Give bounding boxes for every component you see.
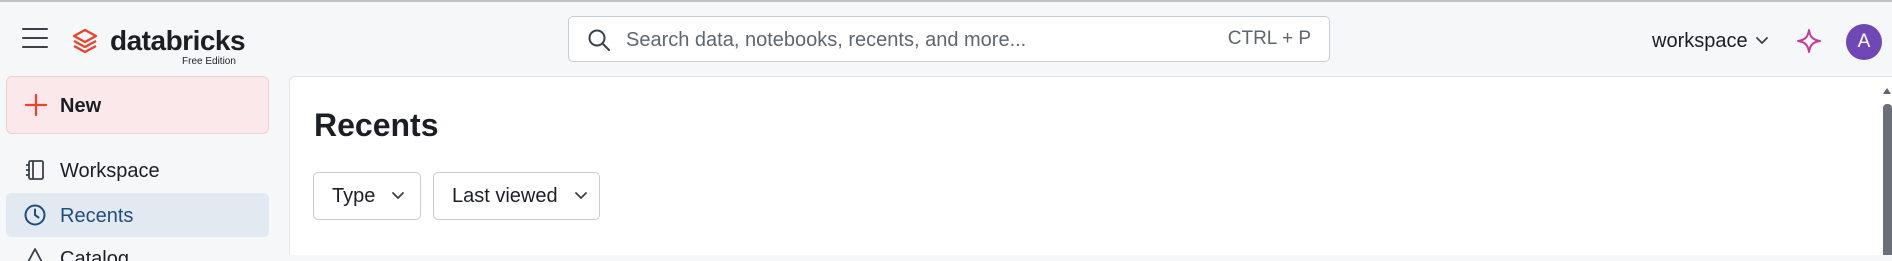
- filter-label: Last viewed: [452, 184, 558, 207]
- chevron-down-icon: [392, 192, 405, 199]
- catalog-icon: [27, 248, 43, 261]
- sidebar-item-catalog[interactable]: Catalog: [6, 241, 269, 261]
- scrollbar-thumb[interactable]: [1883, 104, 1892, 255]
- clock-icon: [24, 204, 46, 226]
- top-bar: databricks Free Edition CTRL + P workspa…: [0, 2, 1892, 76]
- filter-label: Type: [332, 184, 376, 207]
- main-content: Recents Type Last viewed: [289, 76, 1892, 255]
- user-avatar[interactable]: A: [1846, 24, 1882, 60]
- edition-label: Free Edition: [182, 56, 236, 67]
- workspace-icon: [26, 160, 44, 180]
- plus-icon: [24, 93, 48, 117]
- global-search[interactable]: CTRL + P: [568, 16, 1330, 63]
- databricks-logo-icon: [72, 28, 98, 54]
- workspace-switcher[interactable]: workspace: [1652, 27, 1769, 55]
- sidebar-item-recents[interactable]: Recents: [6, 193, 269, 237]
- menu-icon[interactable]: [22, 28, 48, 50]
- sidebar-item-label: Recents: [60, 205, 134, 227]
- main-scrollbar[interactable]: [1883, 88, 1892, 255]
- logo-wordmark: databricks: [110, 25, 246, 56]
- search-icon: [588, 29, 610, 51]
- chevron-down-icon: [1755, 37, 1768, 44]
- search-shortcut-hint: CTRL + P: [1227, 28, 1311, 49]
- search-input[interactable]: [624, 17, 1188, 63]
- new-button-label: New: [60, 95, 102, 117]
- last-viewed-filter-dropdown[interactable]: Last viewed: [433, 172, 600, 220]
- new-button[interactable]: New: [6, 76, 269, 134]
- workspace-label: workspace: [1652, 29, 1748, 52]
- assistant-sparkle-icon[interactable]: [1796, 28, 1822, 54]
- scroll-up-arrow-icon[interactable]: [1883, 88, 1891, 94]
- chevron-down-icon: [574, 192, 587, 199]
- sidebar-item-workspace[interactable]: Workspace: [6, 148, 269, 192]
- type-filter-dropdown[interactable]: Type: [313, 172, 421, 220]
- sidebar-item-label: Workspace: [60, 160, 160, 182]
- page-title: Recents: [314, 107, 439, 143]
